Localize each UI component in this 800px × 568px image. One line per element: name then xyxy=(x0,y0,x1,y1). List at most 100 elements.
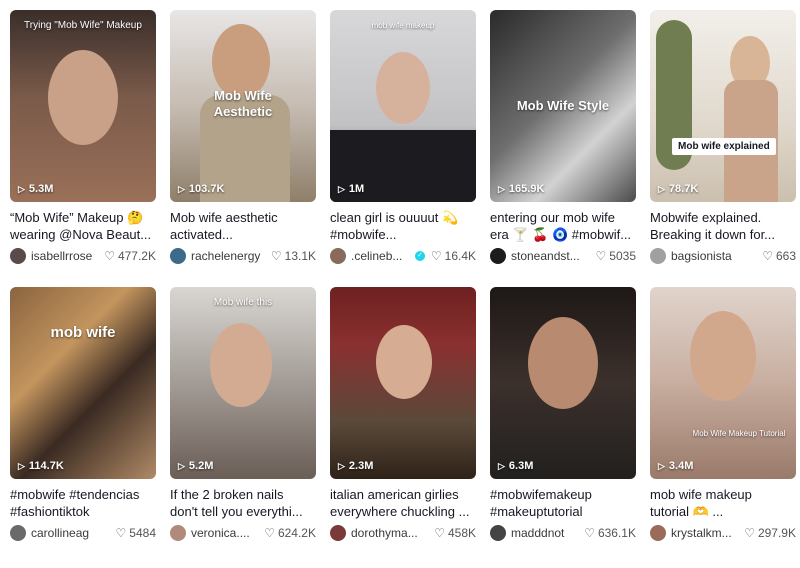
thumbnail-overlay-text: Trying "Mob Wife" Makeup xyxy=(24,20,142,31)
video-caption[interactable]: #mobwife #tendencias #fashiontiktok xyxy=(10,486,156,520)
video-card[interactable]: Mob wife explained ▷ 78.7K Mobwife explai… xyxy=(650,10,796,264)
username-link[interactable]: .celineb... xyxy=(351,249,412,263)
video-caption[interactable]: entering our mob wife era 🍸 🍒 🧿 #mobwif..… xyxy=(490,209,636,243)
like-count: ♡ 458K xyxy=(434,526,476,540)
play-icon: ▷ xyxy=(498,183,505,194)
video-thumbnail[interactable]: Trying "Mob Wife" Makeup ▷ 5.3M xyxy=(10,10,156,202)
username-link[interactable]: isabellrrose xyxy=(31,249,98,263)
video-thumbnail[interactable]: Mob wife this ▷ 5.2M xyxy=(170,287,316,479)
like-count-label: 5484 xyxy=(129,526,156,540)
username-link[interactable]: bagsionista xyxy=(671,249,756,263)
heart-icon: ♡ xyxy=(762,249,773,263)
video-thumbnail[interactable]: ▷ 6.3M xyxy=(490,287,636,479)
username-link[interactable]: stoneandst... xyxy=(511,249,590,263)
thumbnail-overlay-text: mob wife xyxy=(50,324,116,341)
caption-line: clean girl is ouuuut 💫 xyxy=(330,210,459,225)
caption-line: If the 2 broken nails xyxy=(170,487,284,502)
thumbnail-overlay-text: mob wife makeup xyxy=(371,21,435,30)
view-count-label: 6.3M xyxy=(508,460,534,472)
caption-line: “Mob Wife” Makeup 🤔 xyxy=(10,210,144,225)
video-card[interactable]: Mob Wife Makeup Tutorial ▷ 3.4M mob wife … xyxy=(650,287,796,541)
heart-icon: ♡ xyxy=(595,249,607,263)
caption-line: Mobwife explained. xyxy=(650,210,762,225)
video-caption[interactable]: If the 2 broken nails don't tell you ever… xyxy=(170,486,316,520)
like-count-label: 16.4K xyxy=(444,249,476,263)
video-caption[interactable]: clean girl is ouuuut 💫 #mobwife... xyxy=(330,209,476,243)
video-meta: rachelenergy ♡ 13.1K xyxy=(170,248,316,264)
avatar[interactable] xyxy=(330,248,346,264)
video-card[interactable]: Mob Wife Aesthetic ▷ 103.7K Mob wife aest… xyxy=(170,10,316,264)
video-meta: stoneandst... ♡ 5035 xyxy=(490,248,636,264)
like-count-label: 297.9K xyxy=(757,526,796,540)
caption-line: Breaking it down for... xyxy=(650,227,776,242)
video-thumbnail[interactable]: Mob wife explained ▷ 78.7K xyxy=(650,10,796,202)
video-thumbnail[interactable]: mob wife makeup ▷ 1M xyxy=(330,10,476,202)
video-caption[interactable]: Mob wife aesthetic activated... xyxy=(170,209,316,243)
view-count-label: 1M xyxy=(348,183,365,195)
view-count: ▷ 78.7K xyxy=(658,183,698,195)
caption-line: activated... xyxy=(170,227,233,242)
video-thumbnail[interactable]: Mob Wife Style ▷ 165.9K xyxy=(490,10,636,202)
like-count: ♡ 5035 xyxy=(596,249,636,263)
thumbnail-overlay-text: Mob wife explained xyxy=(672,138,776,155)
username-link[interactable]: krystalkm... xyxy=(671,526,738,540)
video-thumbnail[interactable]: Mob Wife Makeup Tutorial ▷ 3.4M xyxy=(650,287,796,479)
avatar[interactable] xyxy=(330,525,346,541)
like-count-label: 13.1K xyxy=(284,249,316,263)
view-count-label: 2.3M xyxy=(348,460,374,472)
username-link[interactable]: madddnot xyxy=(511,526,578,540)
video-caption[interactable]: mob wife makeup tutorial 🫶 ... xyxy=(650,486,796,520)
play-icon: ▷ xyxy=(498,460,505,471)
like-count-label: 636.1K xyxy=(597,526,636,540)
view-count-label: 114.7K xyxy=(28,460,64,472)
like-count: ♡ 636.1K xyxy=(584,526,636,540)
heart-icon: ♡ xyxy=(104,249,115,263)
avatar[interactable] xyxy=(490,525,506,541)
username-link[interactable]: rachelenergy xyxy=(191,249,265,263)
video-caption[interactable]: “Mob Wife” Makeup 🤔 wearing @Nova Beaut..… xyxy=(10,209,156,243)
thumbnail-overlay-text: Mob Wife Aesthetic xyxy=(213,88,273,119)
video-card[interactable]: ▷ 6.3M #mobwifemakeup #makeuptutorial madd… xyxy=(490,287,636,541)
video-meta: isabellrrose ♡ 477.2K xyxy=(10,248,156,264)
video-card[interactable]: ▷ 2.3M italian american girlies everywhere… xyxy=(330,287,476,541)
avatar[interactable] xyxy=(10,248,26,264)
video-thumbnail[interactable]: ▷ 2.3M xyxy=(330,287,476,479)
view-count: ▷ 165.9K xyxy=(498,183,544,195)
video-card[interactable]: Mob Wife Style ▷ 165.9K entering our mob … xyxy=(490,10,636,264)
avatar[interactable] xyxy=(490,248,506,264)
username-link[interactable]: dorothyma... xyxy=(351,526,428,540)
video-caption[interactable]: Mobwife explained. Breaking it down for..… xyxy=(650,209,796,243)
avatar[interactable] xyxy=(10,525,26,541)
video-card[interactable]: mob wife ▷ 114.7K #mobwife #tendencias #fa… xyxy=(10,287,156,541)
caption-line: entering our mob wife xyxy=(490,210,616,225)
heart-icon: ♡ xyxy=(264,526,275,540)
video-caption[interactable]: #mobwifemakeup #makeuptutorial xyxy=(490,486,636,520)
heart-icon: ♡ xyxy=(115,526,127,540)
caption-line: #mobwife... xyxy=(330,227,397,242)
video-card[interactable]: mob wife makeup ▷ 1M clean girl is ouuuut… xyxy=(330,10,476,264)
video-meta: madddnot ♡ 636.1K xyxy=(490,525,636,541)
thumbnail-overlay-text: Mob Wife Style xyxy=(516,98,610,113)
heart-icon: ♡ xyxy=(744,526,755,540)
video-card[interactable]: Trying "Mob Wife" Makeup ▷ 5.3M “Mob Wife… xyxy=(10,10,156,264)
avatar[interactable] xyxy=(170,248,186,264)
caption-line: #mobwifemakeup xyxy=(490,487,592,502)
video-meta: veronica.... ♡ 624.2K xyxy=(170,525,316,541)
username-link[interactable]: veronica.... xyxy=(191,526,258,540)
play-icon: ▷ xyxy=(18,183,25,194)
avatar[interactable] xyxy=(170,525,186,541)
video-thumbnail[interactable]: Mob Wife Aesthetic ▷ 103.7K xyxy=(170,10,316,202)
like-count-label: 5035 xyxy=(609,249,636,263)
username-link[interactable]: carollineag xyxy=(31,526,110,540)
video-meta: carollineag ♡ 5484 xyxy=(10,525,156,541)
video-caption[interactable]: italian american girlies everywhere chuck… xyxy=(330,486,476,520)
play-icon: ▷ xyxy=(178,460,185,471)
video-meta: .celineb... ✓ ♡ 16.4K xyxy=(330,248,476,264)
play-icon: ▷ xyxy=(658,460,665,471)
video-thumbnail[interactable]: mob wife ▷ 114.7K xyxy=(10,287,156,479)
view-count: ▷ 5.2M xyxy=(178,460,213,472)
video-card[interactable]: Mob wife this ▷ 5.2M If the 2 broken nail… xyxy=(170,287,316,541)
thumbnail-overlay-text: Mob wife this xyxy=(213,297,273,308)
avatar[interactable] xyxy=(650,248,666,264)
avatar[interactable] xyxy=(650,525,666,541)
